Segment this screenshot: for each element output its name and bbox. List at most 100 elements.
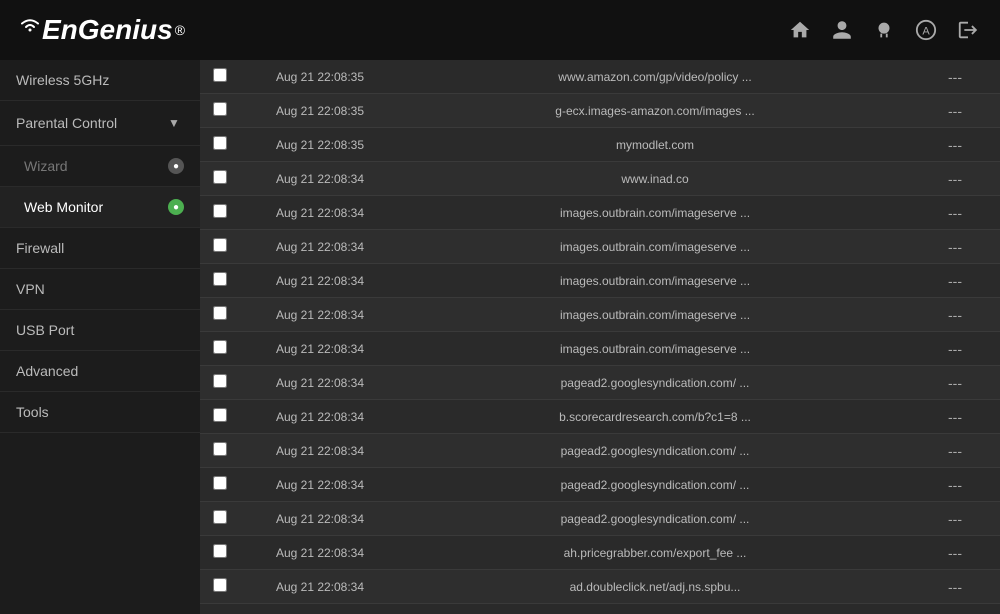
sidebar-item-parental-control[interactable]: Parental Control ▼	[0, 101, 200, 146]
row-checkbox-cell[interactable]	[200, 162, 240, 196]
row-checkbox[interactable]	[213, 306, 227, 320]
row-url: pagead2.googlesyndication.com/ ...	[400, 434, 910, 468]
sidebar-label-wizard: Wizard	[24, 158, 168, 174]
row-checkbox-cell[interactable]	[200, 332, 240, 366]
row-checkbox[interactable]	[213, 170, 227, 184]
row-timestamp: Aug 21 22:08:34	[240, 366, 400, 400]
row-checkbox[interactable]	[213, 408, 227, 422]
table-row: Aug 21 22:08:35mymodlet.com---	[200, 128, 1000, 162]
row-value: ---	[910, 400, 1000, 434]
user-icon[interactable]	[826, 14, 858, 46]
table-row: Aug 21 22:08:34images.outbrain.com/image…	[200, 196, 1000, 230]
row-checkbox-cell[interactable]	[200, 196, 240, 230]
row-checkbox[interactable]	[213, 238, 227, 252]
row-timestamp: Aug 21 22:08:34	[240, 196, 400, 230]
sidebar-item-web-monitor[interactable]: Web Monitor ●	[0, 187, 200, 228]
row-checkbox-cell[interactable]	[200, 570, 240, 604]
table-row: Aug 21 22:08:35www.amazon.com/gp/video/p…	[200, 60, 1000, 94]
sidebar-label-advanced: Advanced	[16, 363, 184, 379]
row-value: ---	[910, 196, 1000, 230]
row-value: ---	[910, 366, 1000, 400]
row-checkbox[interactable]	[213, 340, 227, 354]
table-row: Aug 21 22:08:34pagead2.googlesyndication…	[200, 468, 1000, 502]
row-value: ---	[910, 230, 1000, 264]
row-checkbox[interactable]	[213, 578, 227, 592]
row-url: g-ecx.images-amazon.com/images ...	[400, 94, 910, 128]
row-checkbox[interactable]	[213, 544, 227, 558]
row-checkbox-cell[interactable]	[200, 434, 240, 468]
row-checkbox-cell[interactable]	[200, 298, 240, 332]
table-row: Aug 21 22:08:34pagead2.googlesyndication…	[200, 434, 1000, 468]
table-row: Aug 21 22:08:34b.scorecardresearch.com/b…	[200, 400, 1000, 434]
row-checkbox[interactable]	[213, 136, 227, 150]
row-timestamp: Aug 21 22:08:34	[240, 570, 400, 604]
logout-icon[interactable]	[952, 14, 984, 46]
table-row: Aug 21 22:08:34pagead2.googlesyndication…	[200, 502, 1000, 536]
row-url: pagead2.googlesyndication.com/ ...	[400, 502, 910, 536]
row-url: images.outbrain.com/imageserve ...	[400, 298, 910, 332]
row-value: ---	[910, 60, 1000, 94]
wizard-status-icon: ●	[168, 158, 184, 174]
row-checkbox-cell[interactable]	[200, 502, 240, 536]
sidebar-label-firewall: Firewall	[16, 240, 184, 256]
row-value: ---	[910, 502, 1000, 536]
row-checkbox-cell[interactable]	[200, 366, 240, 400]
row-url: ah.pricegrabber.com/export_fee ...	[400, 536, 910, 570]
row-checkbox[interactable]	[213, 374, 227, 388]
row-checkbox-cell[interactable]	[200, 60, 240, 94]
row-url: www.amazon.com/gp/video/policy ...	[400, 60, 910, 94]
row-checkbox[interactable]	[213, 102, 227, 116]
row-timestamp: Aug 21 22:08:35	[240, 128, 400, 162]
row-checkbox[interactable]	[213, 68, 227, 82]
row-checkbox-cell[interactable]	[200, 468, 240, 502]
row-checkbox[interactable]	[213, 510, 227, 524]
sidebar-item-wizard[interactable]: Wizard ●	[0, 146, 200, 187]
row-checkbox[interactable]	[213, 272, 227, 286]
sidebar-item-wireless-5ghz[interactable]: Wireless 5GHz	[0, 60, 200, 101]
home-icon[interactable]	[784, 14, 816, 46]
row-timestamp: Aug 21 22:08:34	[240, 468, 400, 502]
sidebar-item-advanced[interactable]: Advanced	[0, 351, 200, 392]
sidebar: Wireless 5GHz Parental Control ▼ Wizard …	[0, 60, 200, 614]
row-url: b.scorecardresearch.com/b?c1=8 ...	[400, 400, 910, 434]
row-checkbox-cell[interactable]	[200, 400, 240, 434]
row-checkbox-cell[interactable]	[200, 536, 240, 570]
row-value: ---	[910, 536, 1000, 570]
sidebar-item-tools[interactable]: Tools	[0, 392, 200, 433]
header-icons: A	[784, 14, 984, 46]
row-timestamp: Aug 21 22:08:35	[240, 60, 400, 94]
row-timestamp: Aug 21 22:08:34	[240, 332, 400, 366]
sidebar-item-vpn[interactable]: VPN	[0, 269, 200, 310]
main-layout: Wireless 5GHz Parental Control ▼ Wizard …	[0, 60, 1000, 614]
row-checkbox-cell[interactable]	[200, 128, 240, 162]
wifi-icon	[18, 16, 42, 34]
table-row: Aug 21 22:08:34ad.doubleclick.net/adj.ns…	[200, 570, 1000, 604]
table-wrapper[interactable]: Aug 21 22:08:35www.amazon.com/gp/video/p…	[200, 60, 1000, 614]
svg-text:A: A	[922, 26, 930, 38]
row-timestamp: Aug 21 22:08:34	[240, 230, 400, 264]
row-url: pagead2.googlesyndication.com/ ...	[400, 366, 910, 400]
sheep-icon[interactable]	[868, 14, 900, 46]
row-url: pagead2.googlesyndication.com/ ...	[400, 468, 910, 502]
row-url: images.outbrain.com/imageserve ...	[400, 264, 910, 298]
sidebar-item-firewall[interactable]: Firewall	[0, 228, 200, 269]
row-checkbox-cell[interactable]	[200, 94, 240, 128]
row-value: ---	[910, 162, 1000, 196]
row-url: images.outbrain.com/imageserve ...	[400, 230, 910, 264]
row-timestamp: Aug 21 22:08:34	[240, 536, 400, 570]
row-checkbox-cell[interactable]	[200, 230, 240, 264]
sidebar-item-usb-port[interactable]: USB Port	[0, 310, 200, 351]
row-checkbox[interactable]	[213, 204, 227, 218]
row-checkbox[interactable]	[213, 442, 227, 456]
logo: EnGenius ®	[16, 14, 185, 46]
sidebar-label-tools: Tools	[16, 404, 184, 420]
row-checkbox[interactable]	[213, 476, 227, 490]
sidebar-label-web-monitor: Web Monitor	[24, 199, 168, 215]
row-value: ---	[910, 298, 1000, 332]
row-timestamp: Aug 21 22:08:34	[240, 400, 400, 434]
row-timestamp: Aug 21 22:08:34	[240, 298, 400, 332]
table-row: Aug 21 22:08:34images.outbrain.com/image…	[200, 230, 1000, 264]
row-checkbox-cell[interactable]	[200, 264, 240, 298]
row-timestamp: Aug 21 22:08:34	[240, 434, 400, 468]
letter-a-icon[interactable]: A	[910, 14, 942, 46]
